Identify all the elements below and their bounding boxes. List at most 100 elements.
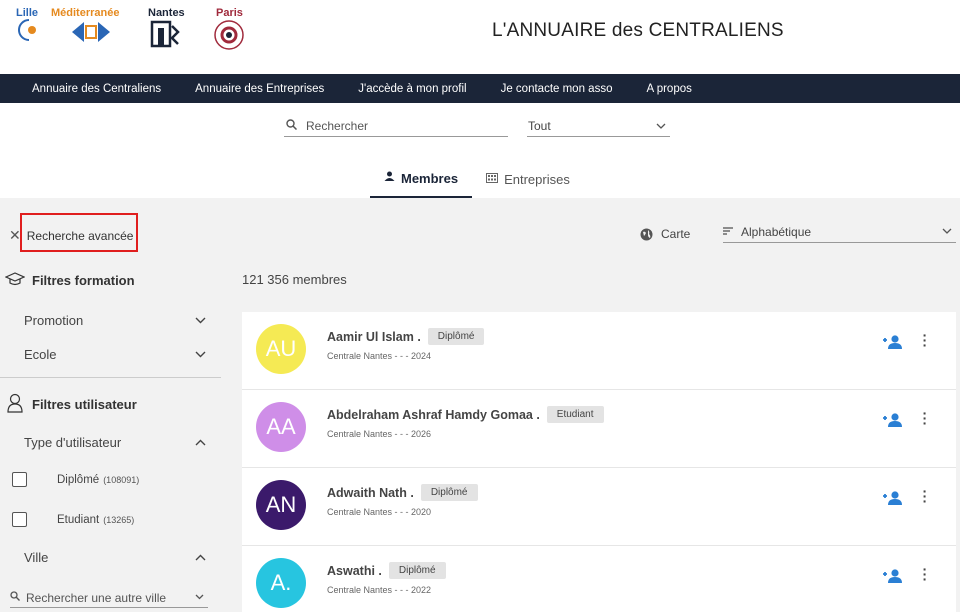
map-view-button[interactable]: Carte bbox=[640, 227, 690, 241]
sort-value: Alphabétique bbox=[741, 224, 812, 239]
member-name-row: Aswathi . Diplômé bbox=[327, 562, 446, 579]
filter-promotion[interactable]: Promotion bbox=[24, 313, 206, 328]
member-card[interactable]: A. Aswathi . Diplômé Centrale Nantes - -… bbox=[242, 546, 956, 612]
checkbox-row-diplome[interactable]: Diplômé (108091) bbox=[12, 472, 139, 487]
checkbox-diplome-count: (108091) bbox=[103, 474, 140, 485]
checkbox-diplome[interactable] bbox=[12, 472, 27, 487]
nav-contact-asso[interactable]: Je contacte mon asso bbox=[501, 83, 613, 95]
search-scope-value: Tout bbox=[528, 119, 551, 133]
chevron-down-icon bbox=[195, 592, 204, 603]
filter-ecole-label: Ecole bbox=[24, 347, 57, 362]
nav-annuaire-centraliens[interactable]: Annuaire des Centraliens bbox=[32, 83, 161, 95]
member-name: Aamir Ul Islam . bbox=[327, 329, 421, 344]
more-options-icon[interactable]: · · · bbox=[922, 484, 928, 508]
site-title: L'ANNUAIRE des CENTRALIENS bbox=[492, 20, 784, 41]
chevron-up-icon bbox=[195, 552, 206, 564]
add-contact-icon[interactable] bbox=[882, 412, 904, 428]
filters-formation-heading: Filtres formation bbox=[4, 272, 135, 289]
search-input[interactable] bbox=[306, 119, 496, 133]
status-badge: Diplômé bbox=[427, 328, 485, 345]
chevron-down-icon bbox=[195, 349, 206, 361]
search-icon bbox=[286, 119, 300, 133]
more-options-icon[interactable]: · · · bbox=[922, 406, 928, 430]
chevron-up-icon bbox=[195, 437, 206, 449]
avatar: AN bbox=[256, 480, 306, 530]
member-name: Aswathi . bbox=[327, 563, 382, 578]
filter-user-type-label: Type d'utilisateur bbox=[24, 435, 122, 450]
nav-annuaire-entreprises[interactable]: Annuaire des Entreprises bbox=[195, 83, 324, 95]
results-count: 121 356 membres bbox=[242, 272, 347, 287]
avatar: AA bbox=[256, 402, 306, 452]
tab-membres[interactable]: Membres bbox=[370, 160, 473, 198]
user-outline-icon bbox=[4, 393, 26, 416]
add-contact-icon[interactable] bbox=[882, 568, 904, 584]
building-icon bbox=[486, 172, 499, 186]
member-card[interactable]: AN Adwaith Nath . Diplômé Centrale Nante… bbox=[242, 468, 956, 546]
main-nav: Annuaire des Centraliens Annuaire des En… bbox=[0, 74, 960, 103]
filter-ville-label: Ville bbox=[24, 550, 49, 565]
member-name: Abdelraham Ashraf Hamdy Gomaa . bbox=[327, 407, 540, 422]
checkbox-etudiant-label: Etudiant bbox=[57, 513, 100, 526]
filter-ecole[interactable]: Ecole bbox=[24, 347, 206, 362]
checkbox-row-etudiant[interactable]: Etudiant (13265) bbox=[12, 512, 134, 527]
checkbox-etudiant-count: (13265) bbox=[103, 514, 135, 525]
checkbox-etudiant[interactable] bbox=[12, 512, 27, 527]
nav-a-propos[interactable]: A propos bbox=[646, 83, 691, 95]
search-icon bbox=[10, 591, 20, 604]
ville-search-field[interactable]: Rechercher une autre ville bbox=[10, 588, 208, 608]
member-card[interactable]: AA Abdelraham Ashraf Hamdy Gomaa . Etudi… bbox=[242, 390, 956, 468]
chevron-down-icon bbox=[195, 315, 206, 327]
filters-user-heading: Filtres utilisateur bbox=[4, 393, 137, 416]
add-contact-icon[interactable] bbox=[882, 490, 904, 506]
member-card[interactable]: AU Aamir Ul Islam . Diplômé Centrale Nan… bbox=[242, 312, 956, 390]
tab-membres-label: Membres bbox=[401, 170, 459, 186]
ville-search-placeholder: Rechercher une autre ville bbox=[26, 590, 167, 605]
site-header: Lille Méditerranée Nantes Paris L'ANNUAI… bbox=[0, 0, 960, 74]
advanced-search-toggle[interactable]: ✕ Recherche avancée bbox=[9, 227, 133, 244]
person-icon bbox=[384, 171, 395, 185]
paris-logo-icon bbox=[214, 20, 244, 50]
status-badge: Etudiant bbox=[546, 406, 604, 423]
member-school-year: Centrale Nantes - - - 2022 bbox=[327, 585, 432, 595]
map-view-label: Carte bbox=[661, 227, 691, 241]
checkbox-diplome-label: Diplômé bbox=[57, 473, 100, 486]
member-name-row: Abdelraham Ashraf Hamdy Gomaa . Etudiant bbox=[327, 406, 604, 423]
member-name: Adwaith Nath . bbox=[327, 485, 414, 500]
more-options-icon[interactable]: · · · bbox=[922, 562, 928, 586]
chevron-down-icon bbox=[942, 226, 952, 237]
sort-select[interactable]: Alphabétique bbox=[723, 221, 956, 243]
add-contact-icon[interactable] bbox=[882, 334, 904, 350]
sort-icon bbox=[723, 226, 733, 238]
search-scope-select[interactable]: Tout bbox=[527, 116, 670, 137]
member-name-row: Adwaith Nath . Diplômé bbox=[327, 484, 478, 501]
close-icon: ✕ bbox=[9, 227, 21, 243]
member-school-year: Centrale Nantes - - - 2026 bbox=[327, 429, 432, 439]
lille-logo-icon bbox=[18, 19, 36, 41]
advanced-search-label: Recherche avancée bbox=[26, 228, 134, 243]
graduation-cap-icon bbox=[4, 272, 26, 289]
avatar: A. bbox=[256, 558, 306, 608]
chevron-down-icon bbox=[656, 121, 666, 132]
search-bar bbox=[284, 116, 508, 137]
more-options-icon[interactable]: · · · bbox=[922, 328, 928, 352]
member-school-year: Centrale Nantes - - - 2020 bbox=[327, 507, 432, 517]
filters-formation-label: Filtres formation bbox=[32, 273, 135, 288]
tab-entreprises-label: Entreprises bbox=[504, 171, 570, 187]
nantes-logo-icon bbox=[150, 20, 180, 48]
status-badge: Diplômé bbox=[388, 562, 446, 579]
member-list: AU Aamir Ul Islam . Diplômé Centrale Nan… bbox=[242, 312, 956, 612]
avatar: AU bbox=[256, 324, 306, 374]
sidebar-divider bbox=[0, 377, 221, 378]
filter-user-type[interactable]: Type d'utilisateur bbox=[24, 435, 206, 450]
filter-ville[interactable]: Ville bbox=[24, 550, 206, 565]
filter-promotion-label: Promotion bbox=[24, 313, 84, 328]
status-badge: Diplômé bbox=[420, 484, 478, 501]
result-tabs: Membres Entreprises bbox=[370, 160, 584, 198]
mediterranee-logo-icon bbox=[72, 22, 110, 42]
nav-mon-profil[interactable]: J'accède à mon profil bbox=[358, 83, 466, 95]
tab-entreprises[interactable]: Entreprises bbox=[472, 160, 584, 198]
globe-icon bbox=[640, 228, 653, 241]
member-name-row: Aamir Ul Islam . Diplômé bbox=[327, 328, 485, 345]
filters-user-label: Filtres utilisateur bbox=[32, 397, 137, 412]
sort-current: Alphabétique bbox=[723, 225, 811, 239]
